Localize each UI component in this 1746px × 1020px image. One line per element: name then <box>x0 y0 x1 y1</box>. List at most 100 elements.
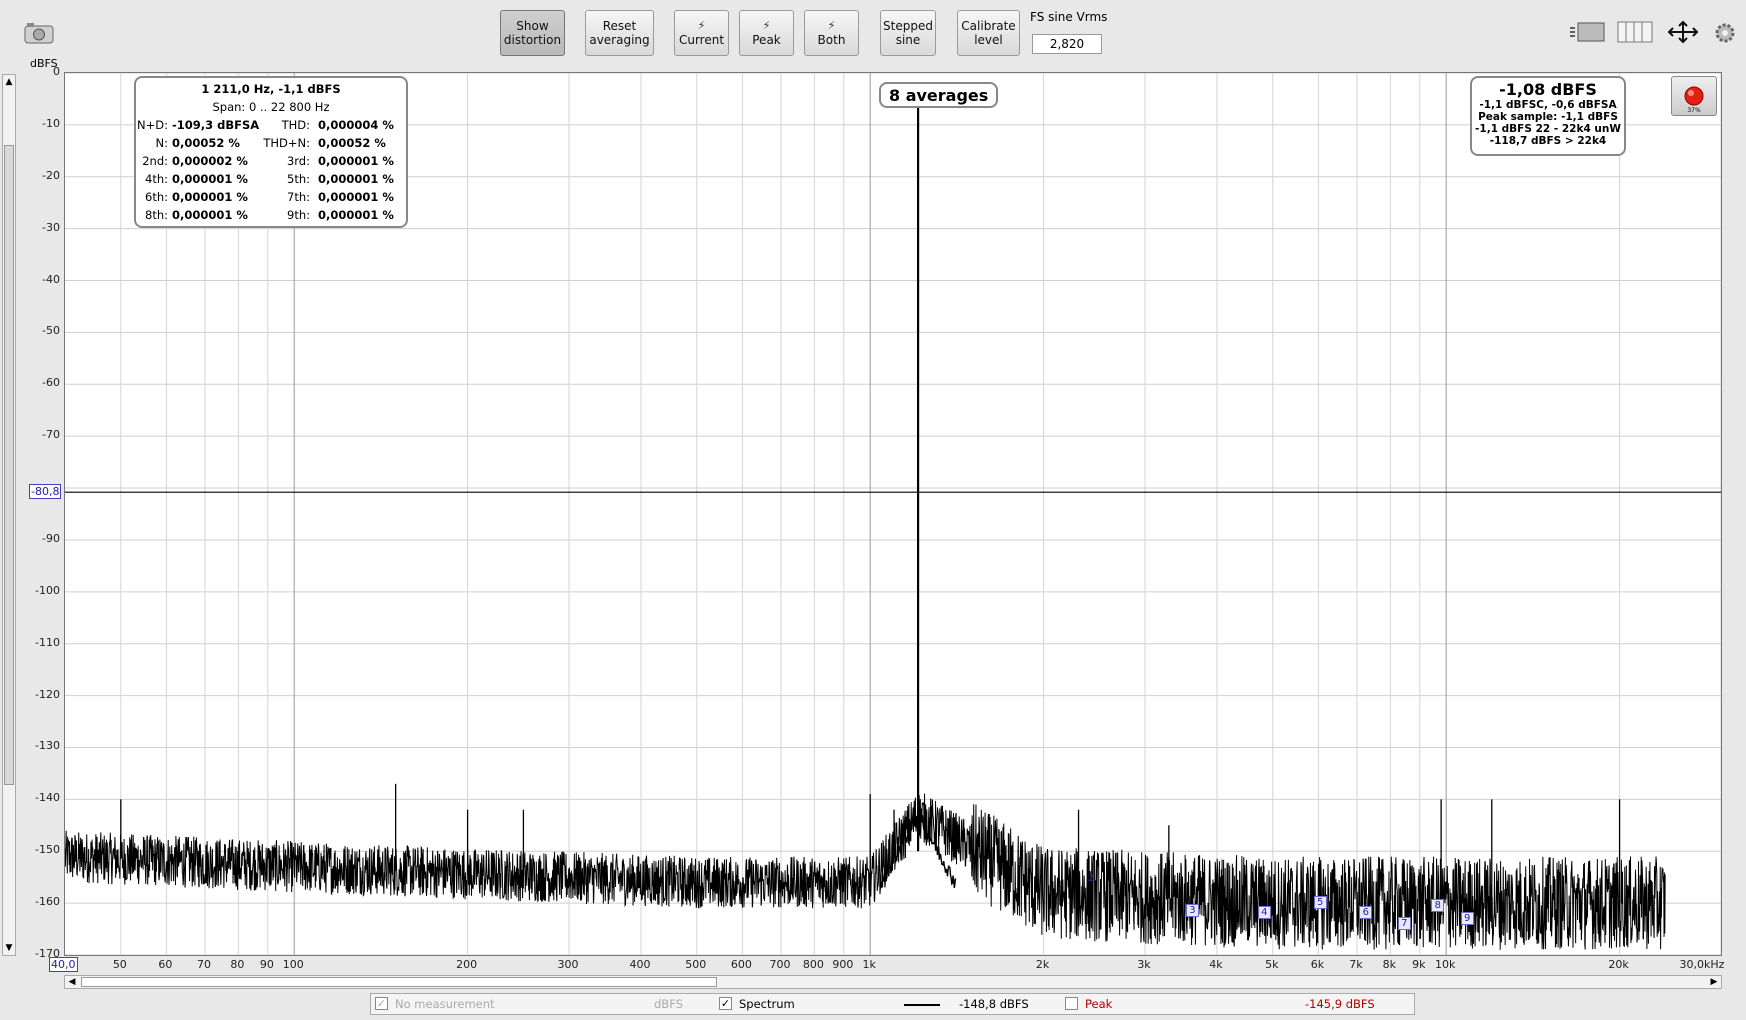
x-start-value[interactable]: 40,0 <box>49 957 78 972</box>
harmonic-marker-8[interactable]: 8 <box>1431 898 1445 912</box>
no-measurement-label: No measurement <box>395 997 495 1011</box>
level-main: -1,08 dBFS <box>1499 80 1597 99</box>
x-tick-label: 1k <box>862 958 876 971</box>
calibrate-level-label-1: Calibrate <box>961 19 1016 33</box>
level-panel: -1,08 dBFS -1,1 dBFSC, -0,6 dBFSA Peak s… <box>1470 76 1626 156</box>
distortion-value: 0,000001 % <box>318 208 394 222</box>
averages-badge: 8 averages <box>879 82 999 108</box>
distortion-span: Span: 0 .. 22 800 Hz <box>212 100 330 114</box>
distortion-key: 7th: <box>287 190 310 204</box>
gear-icon[interactable] <box>1714 22 1736 44</box>
x-tick-label: 800 <box>802 958 824 971</box>
x-tick-label: 50 <box>112 958 127 971</box>
columns-icon[interactable] <box>1617 20 1653 44</box>
x-tick-label: 60 <box>158 958 173 971</box>
stepped-sine-button[interactable]: Stepped sine <box>880 10 936 56</box>
record-percent: 37% <box>1687 107 1701 114</box>
x-tick-label: 4k <box>1209 958 1223 971</box>
harmonic-marker-3[interactable]: 3 <box>1185 903 1199 917</box>
peak-label: Peak <box>1085 997 1113 1011</box>
harmonic-marker-5[interactable]: 5 <box>1313 896 1327 910</box>
show-distortion-label-2: distortion <box>503 33 562 47</box>
peak-checkbox[interactable] <box>1065 997 1078 1010</box>
distortion-key: 2nd: <box>142 154 168 168</box>
camera-icon[interactable] <box>24 22 54 44</box>
spectrum-checkbox[interactable]: ✓ <box>719 997 732 1010</box>
x-tick-label: 3k <box>1137 958 1151 971</box>
x-tick-label: 600 <box>730 958 752 971</box>
level-unweighted: -1,1 dBFS 22 - 22k4 unW <box>1475 123 1621 135</box>
no-measurement-checkbox[interactable]: ✓ <box>375 997 388 1010</box>
harmonic-marker-6[interactable]: 6 <box>1359 906 1373 920</box>
legend-bar: ✓ No measurement dBFS ✓ Spectrum -148,8 … <box>370 993 1415 1015</box>
y-tick-label: -140 <box>35 791 60 805</box>
peak-button[interactable]: ⚡︎ Peak <box>739 10 794 56</box>
distortion-value: 0,000001 % <box>318 190 394 204</box>
x-tick-label: 90 <box>259 958 274 971</box>
x-tick-label: 70 <box>196 958 211 971</box>
y-tick-label: -150 <box>35 843 60 857</box>
distortion-key: 9th: <box>287 208 310 222</box>
peak-label: Peak <box>752 33 781 47</box>
distortion-value: 0,000001 % <box>318 154 394 168</box>
current-label: Current <box>678 33 725 47</box>
y-tick-label: -100 <box>35 583 60 597</box>
x-tick-label: 900 <box>832 958 854 971</box>
horizontal-scrollbar[interactable]: ◀ ▶ <box>64 975 1722 989</box>
level-peak-sample: Peak sample: -1,1 dBFS <box>1478 111 1618 123</box>
distortion-key: 4th: <box>145 172 168 186</box>
x-tick-label: 7k <box>1349 958 1363 971</box>
calibrate-level-button[interactable]: Calibrate level <box>957 10 1020 56</box>
fs-sine-input[interactable] <box>1032 34 1102 54</box>
capture-icon: ⚡︎ <box>697 19 706 32</box>
current-button[interactable]: ⚡︎ Current <box>674 10 729 56</box>
reset-averaging-button[interactable]: Reset averaging <box>585 10 654 56</box>
y-tick-label: -70 <box>42 428 60 442</box>
harmonic-marker-2[interactable]: 2 <box>1084 873 1097 886</box>
distortion-panel: 1 211,0 Hz, -1,1 dBFS Span: 0 .. 22 800 … <box>134 76 408 228</box>
distortion-header: 1 211,0 Hz, -1,1 dBFS <box>201 82 341 96</box>
scroll-up-arrow[interactable]: ▲ <box>3 75 15 89</box>
harmonic-marker-9[interactable]: 9 <box>1460 911 1474 925</box>
stepped-sine-label-1: Stepped <box>883 19 933 33</box>
y-tick-label: -120 <box>35 687 60 701</box>
vertical-scroll-thumb[interactable] <box>4 145 14 785</box>
horizontal-scroll-thumb[interactable] <box>81 977 717 987</box>
harmonic-marker-7[interactable]: 7 <box>1397 916 1411 930</box>
calibrate-level-label-2: level <box>974 33 1003 47</box>
reset-averaging-label-2: averaging <box>589 33 650 47</box>
spectrum-noise-trace <box>65 793 1666 950</box>
x-tick-label: 80 <box>230 958 245 971</box>
vertical-scrollbar[interactable]: ▲ ▼ <box>2 74 16 956</box>
x-tick-label: 700 <box>769 958 791 971</box>
show-distortion-label-1: Show <box>516 19 549 33</box>
distortion-key: 3rd: <box>286 154 310 168</box>
spectrum-label: Spectrum <box>739 997 795 1011</box>
distortion-key: N: <box>155 136 168 150</box>
y-tick-label: -110 <box>35 635 60 649</box>
x-tick-label: 30,0kHz <box>1679 958 1725 971</box>
both-button[interactable]: ⚡︎ Both <box>804 10 859 56</box>
x-tick-label: 9k <box>1412 958 1426 971</box>
y-tick-label: -60 <box>42 376 60 390</box>
fit-axes-icon[interactable] <box>1665 20 1701 44</box>
x-tick-label: 500 <box>685 958 707 971</box>
x-tick-label: 2k <box>1035 958 1050 971</box>
x-tick-label: 300 <box>557 958 579 971</box>
scroll-left-arrow[interactable]: ◀ <box>65 976 79 988</box>
show-distortion-button[interactable]: Show distortion <box>500 10 565 56</box>
scroll-right-arrow[interactable]: ▶ <box>1707 976 1721 988</box>
x-tick-label: 100 <box>282 958 304 971</box>
scroll-down-arrow[interactable]: ▼ <box>3 941 15 955</box>
x-tick-label: 200 <box>456 958 478 971</box>
distortion-key: 8th: <box>145 208 168 222</box>
capture-icon: ⚡︎ <box>762 19 771 32</box>
y-tick-label: 0 <box>53 65 60 78</box>
spectrum-value: -148,8 dBFS <box>959 997 1029 1011</box>
graph-layout-icon[interactable] <box>1568 20 1606 44</box>
y-cursor-value[interactable]: -80,8 <box>29 484 62 499</box>
y-tick-label: -20 <box>42 168 60 182</box>
stepped-sine-label-2: sine <box>895 33 921 47</box>
record-indicator-button[interactable]: 37% <box>1671 76 1717 116</box>
harmonic-marker-4[interactable]: 4 <box>1257 906 1271 920</box>
